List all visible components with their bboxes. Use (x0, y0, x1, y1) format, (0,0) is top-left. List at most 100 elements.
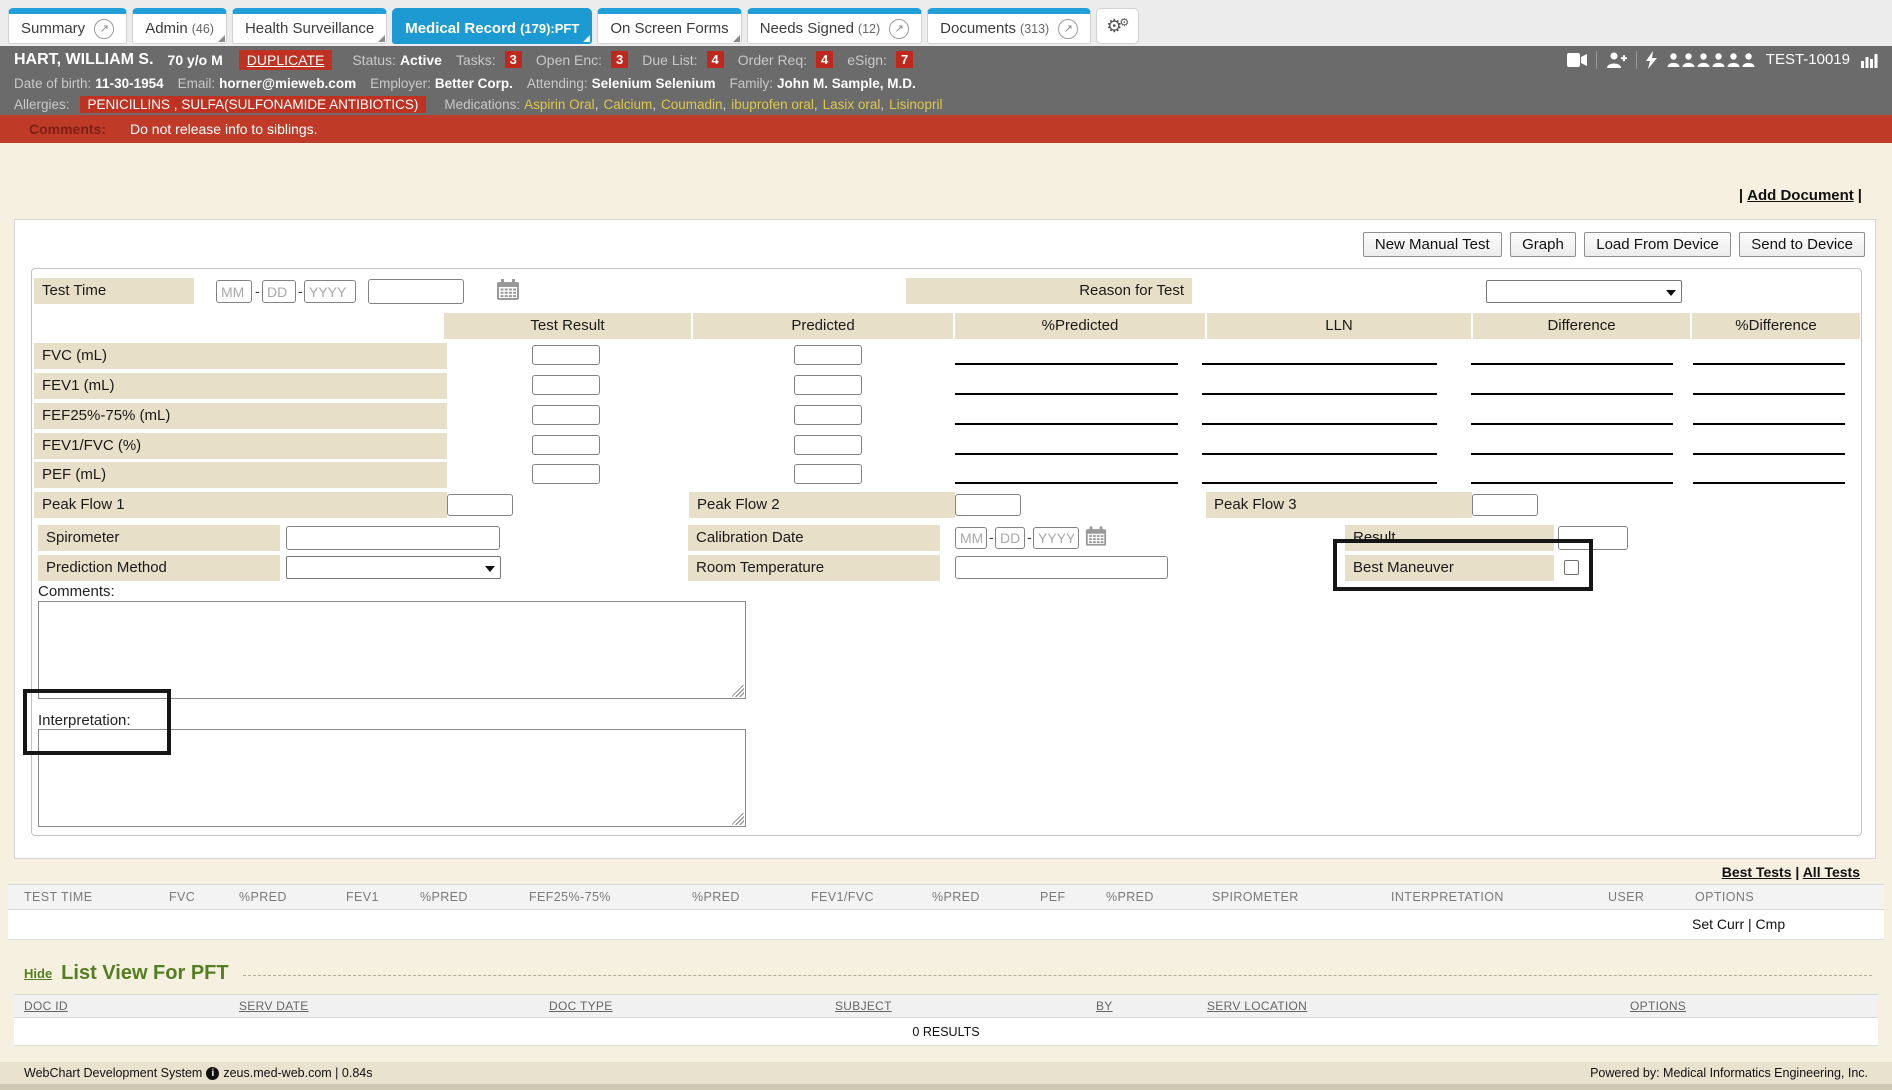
external-link-icon[interactable]: ↗ (1058, 19, 1078, 39)
cmp-link[interactable]: Cmp (1756, 916, 1786, 932)
value-line (1693, 423, 1845, 425)
chart-bars-icon[interactable] (1861, 52, 1878, 68)
lightning-icon[interactable] (1646, 51, 1658, 69)
calibration-year-input[interactable] (1033, 527, 1079, 549)
calendar-icon[interactable] (1085, 526, 1107, 547)
patient-info-row: Date of birth: 11-30-1954 Email: horner@… (0, 73, 1892, 93)
due-list-count-badge[interactable]: 4 (707, 51, 724, 68)
medication-link[interactable]: Calcium (603, 97, 652, 112)
list-view-title: List View For PFT (61, 962, 228, 985)
allergies-badge[interactable]: PENICILLINS , SULFA(SULFONAMIDE ANTIBIOT… (80, 96, 427, 113)
load-from-device-button[interactable]: Load From Device (1584, 232, 1731, 257)
tab-health-surveillance[interactable]: Health Surveillance (232, 8, 387, 44)
column-header-serv-location[interactable]: SERV LOCATION (1207, 999, 1307, 1013)
open-enc-label: Open Enc: (536, 52, 602, 68)
add-document-link[interactable]: Add Document (1747, 187, 1854, 204)
medication-link[interactable]: Lasix oral (823, 97, 881, 112)
resize-grip[interactable] (732, 813, 744, 825)
column-header-serv-date[interactable]: SERV DATE (239, 999, 309, 1013)
predicted-input[interactable] (794, 435, 862, 455)
order-req-count-badge[interactable]: 4 (816, 51, 833, 68)
peak-flow-2-input[interactable] (955, 494, 1021, 516)
tab-medical-record[interactable]: Medical Record (179):PFT (392, 8, 592, 44)
test-time-month-input[interactable] (216, 280, 252, 303)
result-input[interactable] (1558, 526, 1628, 550)
peak-flow-3-input[interactable] (1472, 494, 1538, 516)
best-tests-link[interactable]: Best Tests (1722, 864, 1792, 880)
medication-link[interactable]: ibuprofen oral (731, 97, 814, 112)
interpretation-label: Interpretation: (38, 712, 131, 729)
patient-avatars-icon[interactable] (1667, 53, 1755, 67)
test-time-year-input[interactable] (304, 280, 356, 303)
all-tests-link[interactable]: All Tests (1803, 864, 1860, 880)
calendar-icon[interactable] (496, 279, 520, 301)
spirometer-input[interactable] (286, 526, 500, 550)
medication-link[interactable]: Coumadin (661, 97, 723, 112)
add-person-icon[interactable] (1606, 52, 1627, 68)
prediction-method-select[interactable] (286, 556, 501, 579)
duplicate-badge[interactable]: DUPLICATE (239, 50, 333, 70)
info-icon[interactable]: i (206, 1067, 219, 1080)
date-separator: - (255, 283, 260, 299)
resize-grip[interactable] (732, 685, 744, 697)
test-time-day-input[interactable] (262, 280, 296, 303)
external-link-icon[interactable]: ↗ (889, 19, 909, 39)
esign-count-badge[interactable]: 7 (896, 51, 913, 68)
hide-link[interactable]: Hide (24, 966, 52, 981)
email-value: horner@mieweb.com (219, 76, 356, 91)
test-result-input[interactable] (532, 375, 600, 395)
column-header: %PRED (932, 890, 980, 904)
column-header-options[interactable]: OPTIONS (1630, 999, 1686, 1013)
comments-bar-label: Comments: (29, 121, 106, 137)
calibration-day-input[interactable] (995, 527, 1025, 549)
test-result-input[interactable] (532, 345, 600, 365)
room-temperature-input[interactable] (955, 556, 1168, 579)
test-result-input[interactable] (532, 405, 600, 425)
new-manual-test-button[interactable]: New Manual Test (1363, 232, 1502, 257)
test-result-input[interactable] (532, 435, 600, 455)
open-enc-count-badge[interactable]: 3 (611, 51, 628, 68)
predicted-input[interactable] (794, 375, 862, 395)
predicted-input[interactable] (794, 345, 862, 365)
separator: , (652, 97, 656, 112)
tab-summary[interactable]: Summary ↗ (8, 8, 127, 44)
calibration-month-input[interactable] (955, 527, 987, 549)
patient-name: HART, WILLIAM S. (14, 51, 154, 69)
tasks-count-badge[interactable]: 3 (505, 51, 522, 68)
medication-link[interactable]: Aspirin Oral (524, 97, 595, 112)
test-time-time-input[interactable] (368, 279, 464, 304)
column-header: Predicted (693, 313, 953, 339)
tab-count: (179):PFT (520, 21, 579, 36)
tab-documents[interactable]: Documents (313) ↗ (927, 8, 1091, 44)
test-result-input[interactable] (532, 464, 600, 484)
date-separator: - (1027, 529, 1032, 545)
tab-count: (12) (858, 22, 880, 36)
column-header-doc-id[interactable]: DOC ID (24, 999, 68, 1013)
peak-flow-1-input[interactable] (447, 494, 513, 516)
column-header: %PRED (1106, 890, 1154, 904)
tab-needs-signed[interactable]: Needs Signed (12) ↗ (747, 8, 922, 44)
separator: , (814, 97, 818, 112)
value-line (1202, 393, 1437, 395)
settings-gears-button[interactable]: ⚙⚙ (1096, 8, 1139, 44)
reason-for-test-select[interactable] (1486, 280, 1682, 303)
set-curr-link[interactable]: Set Curr (1692, 916, 1744, 932)
column-header-subject[interactable]: SUBJECT (835, 999, 892, 1013)
best-maneuver-checkbox[interactable] (1564, 560, 1579, 575)
column-header-doc-type[interactable]: DOC TYPE (549, 999, 613, 1013)
column-header-by[interactable]: BY (1096, 999, 1113, 1013)
tab-admin[interactable]: Admin (46) (132, 8, 227, 44)
graph-button[interactable]: Graph (1510, 232, 1576, 257)
room-temperature-label: Room Temperature (688, 555, 940, 581)
predicted-input[interactable] (794, 464, 862, 484)
tasks-label: Tasks: (456, 52, 496, 68)
comments-textarea[interactable] (38, 601, 746, 699)
send-to-device-button[interactable]: Send to Device (1739, 232, 1865, 257)
medication-link[interactable]: Lisinopril (889, 97, 942, 112)
tab-on-screen-forms[interactable]: On Screen Forms (597, 8, 741, 44)
predicted-input[interactable] (794, 405, 862, 425)
column-header: FEF25%-75% (529, 890, 611, 904)
external-link-icon[interactable]: ↗ (94, 19, 114, 39)
video-camera-icon[interactable] (1567, 53, 1587, 67)
interpretation-textarea[interactable] (38, 729, 746, 827)
